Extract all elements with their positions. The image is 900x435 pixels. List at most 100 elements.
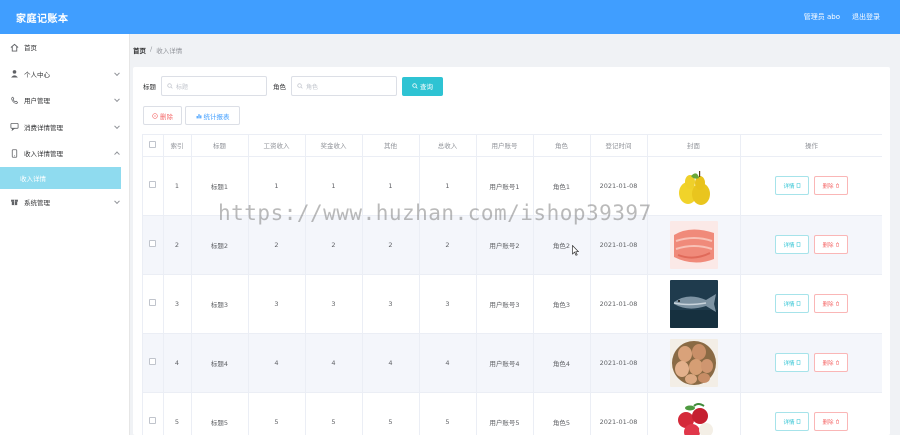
detail-button[interactable]: 详情: [775, 294, 809, 313]
chat-icon: [10, 123, 19, 132]
cell-index: 4: [163, 333, 192, 393]
mobile-icon: [11, 149, 18, 158]
sidebar-item-label: 消费详情管理: [24, 123, 63, 132]
sidebar-item-system-management[interactable]: 系统管理: [0, 189, 129, 216]
cell-date: 2021-01-08: [590, 392, 648, 435]
sidebar-item-income-management[interactable]: 收入详情管理: [0, 140, 129, 167]
cell-title: 标题2: [191, 215, 249, 275]
row-checkbox[interactable]: [149, 299, 157, 306]
cell-account: 用户账号1: [476, 156, 534, 216]
role-search-placeholder: 角色: [306, 83, 319, 91]
search-icon: [412, 83, 418, 89]
mouse-cursor-icon: [572, 245, 579, 256]
meat-image: [669, 220, 718, 269]
app-title: 家庭记账本: [16, 13, 69, 25]
select-all-cell: [143, 135, 164, 157]
cell-bonus: 4: [305, 333, 363, 393]
sidebar-subitem-income-detail[interactable]: 收入详情: [0, 166, 121, 189]
delete-button[interactable]: 删除: [814, 412, 848, 431]
cell-bonus: 2: [305, 215, 363, 275]
title-search-label: 标题: [143, 83, 156, 91]
cell-other: 1: [362, 156, 420, 216]
phone-icon: [11, 96, 19, 104]
chevron-up-icon: [114, 151, 120, 158]
trash-icon: [835, 242, 839, 247]
column-header: 其他: [362, 135, 420, 157]
row-checkbox[interactable]: [149, 417, 157, 424]
cell-account: 用户账号2: [476, 215, 534, 275]
cell-date: 2021-01-08: [590, 156, 648, 216]
delete-label: 删除: [822, 419, 834, 426]
detail-button[interactable]: 详情: [775, 353, 809, 372]
cell-bonus: 3: [305, 274, 363, 334]
chevron-down-icon: [114, 123, 120, 129]
cell-date: 2021-01-08: [590, 215, 648, 275]
header-right: 管理员 abo 退出登录: [804, 12, 880, 22]
chevron-down-icon: [114, 96, 120, 103]
row-checkbox[interactable]: [149, 240, 157, 247]
table-row: 5 标题5 5 5 5 5 用户账号5 角色5 2021-01-08 详情 删除: [143, 392, 882, 435]
logout-button[interactable]: 退出登录: [852, 12, 880, 22]
lychee-image: [669, 397, 718, 435]
stats-report-label: 统计报表: [203, 112, 230, 121]
detail-button[interactable]: 详情: [775, 235, 809, 254]
role-search-input[interactable]: 角色: [291, 76, 397, 96]
cell-bonus: 5: [305, 392, 363, 435]
document-icon: [796, 183, 800, 188]
row-checkbox[interactable]: [149, 181, 157, 188]
sidebar-subitem-label: 收入详情: [20, 174, 46, 183]
delete-button[interactable]: 删除: [814, 353, 848, 372]
sidebar-item-personal-center[interactable]: 个人中心: [0, 61, 129, 88]
delete-button[interactable]: 删除: [814, 176, 848, 195]
breadcrumb-separator: /: [150, 45, 153, 53]
breadcrumb-current: 收入详情: [156, 47, 183, 55]
cell-account: 用户账号3: [476, 274, 534, 334]
cell-bonus: 1: [305, 156, 363, 216]
sidebar-item-label: 系统管理: [24, 198, 50, 207]
cell-index: 1: [163, 156, 192, 216]
main-content: 首页 / 收入详情 标题 标题 角色 角色 查询 删除 统计报表 索引 标题 工…: [130, 34, 900, 435]
cell-other: 2: [362, 215, 420, 275]
trash-icon: [835, 360, 839, 365]
column-header: 工资收入: [248, 135, 306, 157]
cell-role: 角色3: [533, 274, 591, 334]
title-search-input[interactable]: 标题: [161, 76, 267, 96]
table-row: 1 标题1 1 1 1 1 用户账号1 角色1 2021-01-08 详情 删除: [143, 156, 882, 216]
cell-other: 5: [362, 392, 420, 435]
column-header: 奖金收入: [305, 135, 363, 157]
cell-other: 4: [362, 333, 420, 393]
detail-button[interactable]: 详情: [775, 412, 809, 431]
column-header: 标题: [191, 135, 249, 157]
sidebar-item-home[interactable]: 首页: [0, 34, 129, 61]
cell-index: 5: [163, 392, 192, 435]
cell-role: 角色4: [533, 333, 591, 393]
document-icon: [796, 242, 800, 247]
action-toolbar: 删除 统计报表: [143, 106, 240, 125]
delete-label: 删除: [822, 360, 834, 367]
cell-salary: 2: [248, 215, 306, 275]
column-header: 操作: [740, 135, 882, 157]
stats-report-button[interactable]: 统计报表: [185, 106, 240, 125]
select-all-checkbox[interactable]: [149, 140, 157, 148]
trash-icon: [835, 301, 839, 306]
home-icon: [10, 43, 19, 52]
table-row: 2 标题2 2 2 2 2 用户账号2 角色2 2021-01-08 详情 删除: [143, 215, 882, 275]
cell-other: 3: [362, 274, 420, 334]
query-button[interactable]: 查询: [402, 76, 443, 96]
cell-total: 1: [419, 156, 477, 216]
row-checkbox[interactable]: [149, 358, 157, 365]
cell-index: 2: [163, 215, 192, 275]
cell-title: 标题5: [191, 392, 249, 435]
delete-button[interactable]: 删除: [814, 294, 848, 313]
search-icon: [297, 83, 303, 89]
sidebar-item-user-management[interactable]: 用户管理: [0, 87, 129, 114]
delete-label: 删除: [822, 301, 834, 308]
admin-user-label[interactable]: 管理员 abo: [804, 12, 840, 22]
detail-button[interactable]: 详情: [775, 176, 809, 195]
sidebar-item-expense-management[interactable]: 消费详情管理: [0, 114, 129, 141]
batch-delete-button[interactable]: 删除: [143, 106, 182, 125]
sidebar-item-label: 收入详情管理: [24, 150, 63, 159]
breadcrumb-home[interactable]: 首页: [133, 45, 146, 55]
cell-total: 5: [419, 392, 477, 435]
delete-button[interactable]: 删除: [814, 235, 848, 254]
